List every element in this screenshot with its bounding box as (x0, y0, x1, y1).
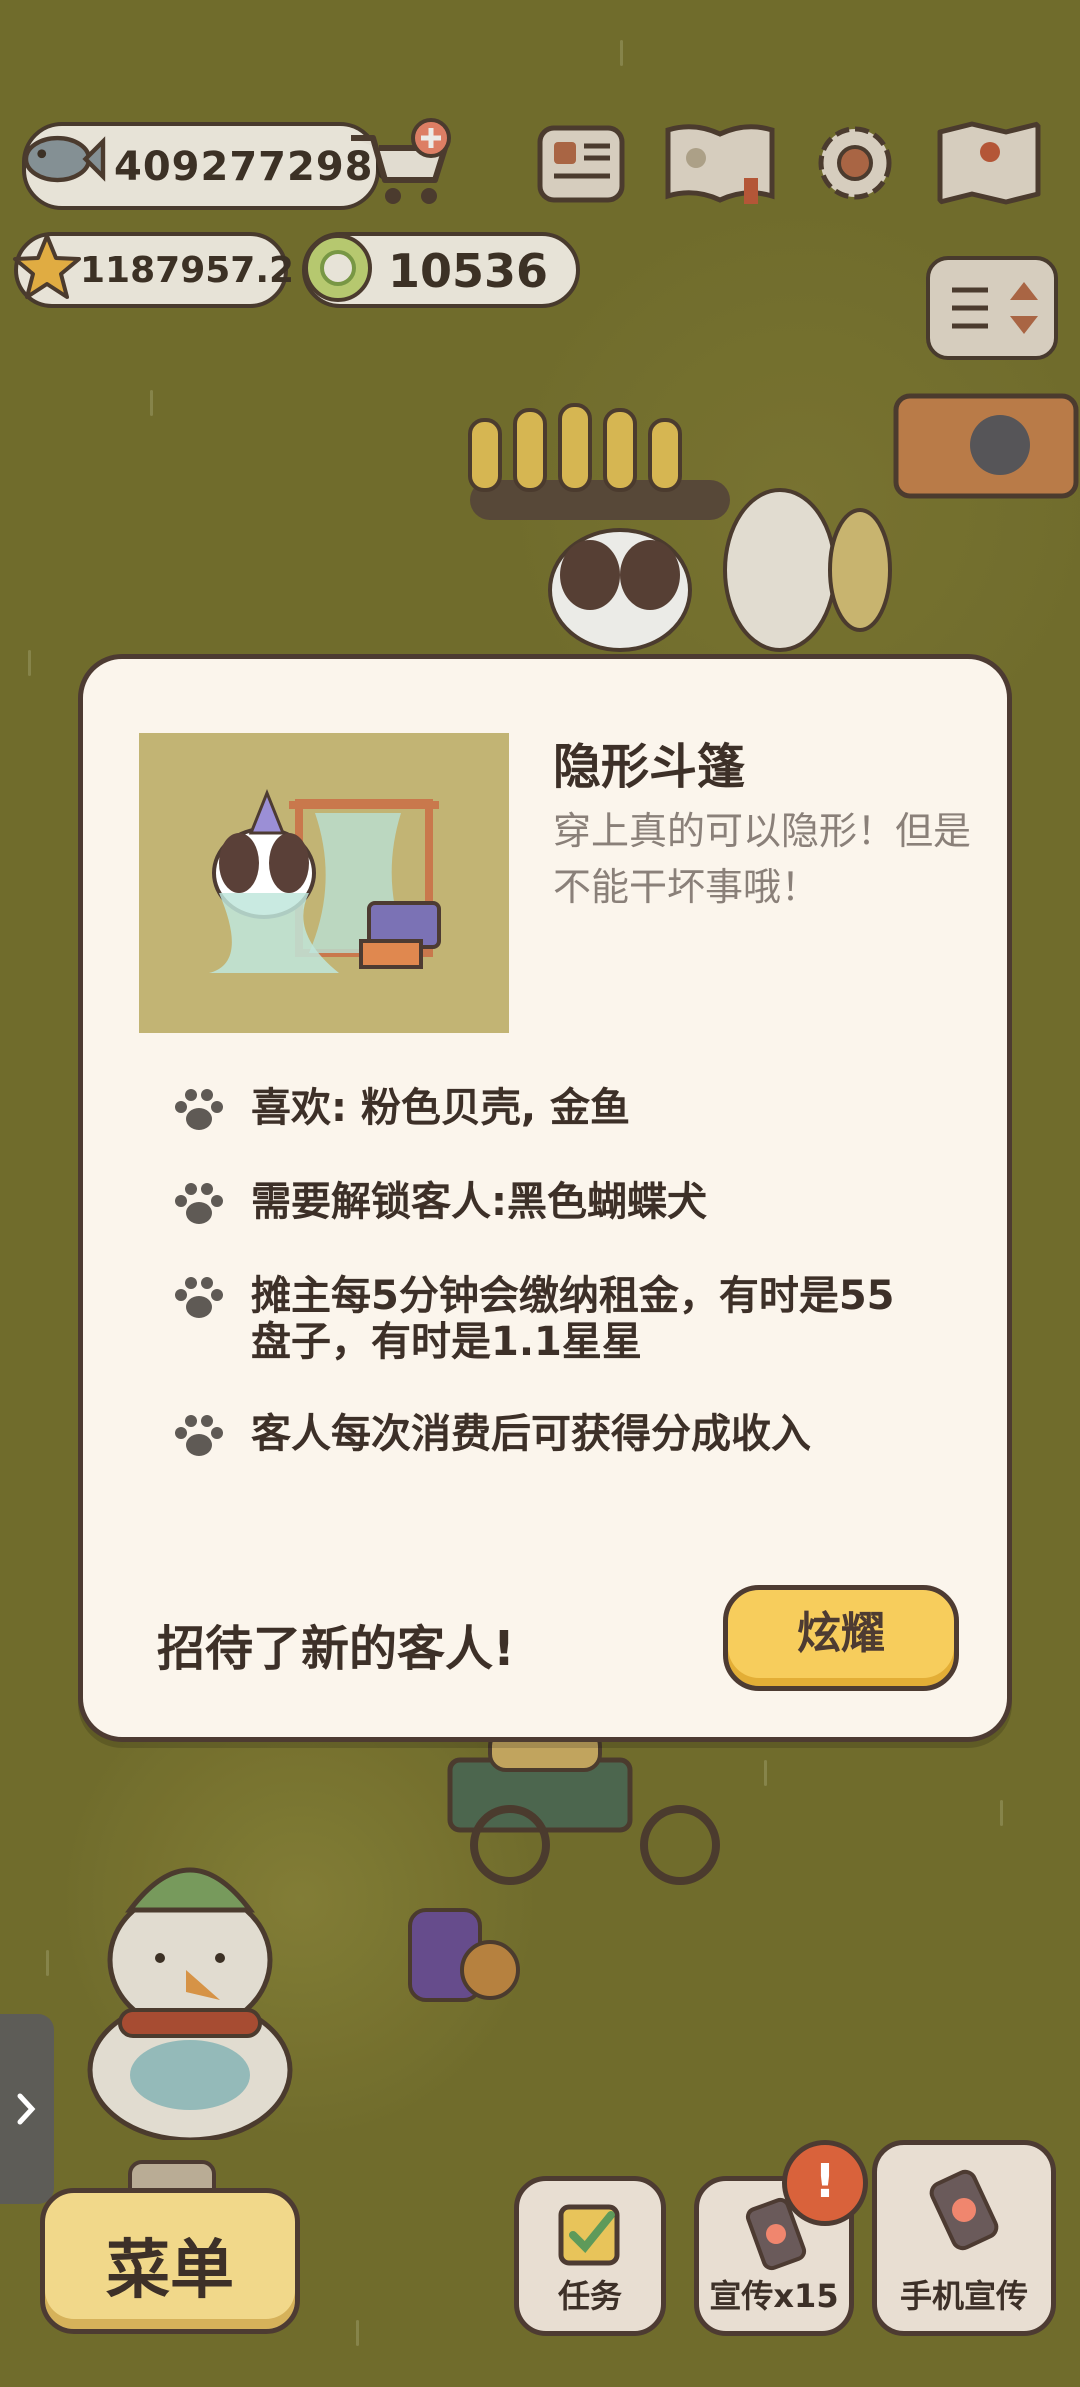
side-drawer-toggle[interactable] (0, 2014, 54, 2204)
feature-text: 客人每次消费后可获得分成收入 (251, 1411, 811, 1457)
alert-badge: ! (782, 2140, 868, 2226)
menu-button[interactable]: 菜单 (40, 2188, 300, 2334)
menu-label: 菜单 (106, 2234, 234, 2308)
paw-icon (175, 1089, 223, 1130)
feature-row: 摊主每5分钟会缴纳租金，有时是55盘子，有时是1.1星星 (171, 1273, 911, 1365)
promo-label: 宣传x15 (709, 2277, 839, 2315)
invisibility-cloak-illustration (209, 788, 441, 973)
feature-text: 需要解锁客人:黑色蝴蝶犬 (251, 1179, 707, 1225)
item-detail-modal: 隐形斗篷 穿上真的可以隐形！但是不能干坏事哦！ 喜欢: 粉色贝壳, 金鱼 需要解… (78, 654, 1012, 1742)
task-button[interactable]: 任务 (514, 2176, 666, 2336)
task-label: 任务 (557, 2277, 622, 2315)
new-customer-message: 招待了新的客人! (157, 1621, 515, 1677)
checklist-icon (558, 2204, 620, 2266)
feature-row: 客人每次消费后可获得分成收入 (171, 1411, 951, 1461)
feature-row: 需要解锁客人:黑色蝴蝶犬 (171, 1179, 951, 1229)
show-off-button[interactable]: 炫耀 (723, 1585, 959, 1691)
feature-text: 摊主每5分钟会缴纳租金，有时是55盘子，有时是1.1星星 (251, 1273, 895, 1365)
feature-text: 喜欢: 粉色贝壳, 金鱼 (251, 1085, 631, 1131)
paw-icon (175, 1277, 223, 1318)
item-description: 穿上真的可以隐形！但是不能干坏事哦！ (553, 809, 972, 909)
phone-promo-button[interactable]: 手机宣传 (872, 2140, 1056, 2336)
paw-icon (175, 1183, 223, 1224)
item-title: 隐形斗篷 (553, 739, 746, 795)
feature-row: 喜欢: 粉色贝壳, 金鱼 (171, 1085, 951, 1135)
item-image (139, 733, 509, 1033)
chevron-right-icon (17, 2093, 36, 2125)
phone-promo-label: 手机宣传 (899, 2277, 1028, 2315)
paw-icon (175, 1415, 223, 1456)
phone-icon (929, 2169, 999, 2251)
